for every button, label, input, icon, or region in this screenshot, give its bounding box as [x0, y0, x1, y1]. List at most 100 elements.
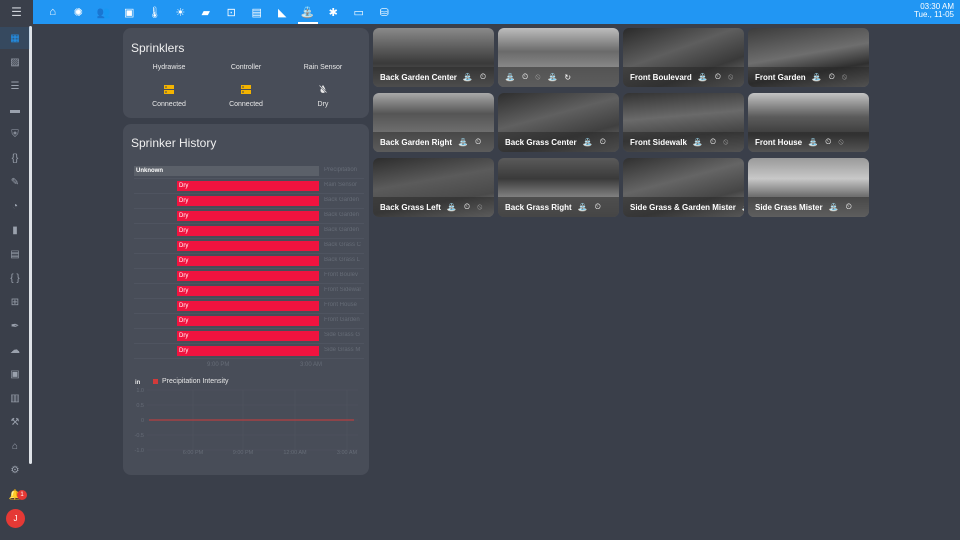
legend-swatch	[153, 379, 158, 384]
sidebar-item-book[interactable]: ▮	[0, 219, 30, 241]
sprinkler-icon[interactable]: ⛲	[698, 73, 708, 82]
camera-tile[interactable]: Back Garden Right ⛲ ⏲	[373, 93, 494, 152]
sidebar-item-home-assistant[interactable]: ⌂	[0, 435, 30, 457]
sidebar-item-hammer[interactable]: ⚒	[0, 411, 30, 433]
timeline-state-bar[interactable]: Dry	[177, 286, 319, 296]
water-off-icon[interactable]: ⦸	[723, 137, 728, 147]
calendar-clock-icon[interactable]: ⏲	[464, 202, 470, 212]
sprinkler-icon[interactable]: ⛲	[463, 73, 473, 82]
calendar-clock-icon[interactable]: ⏲	[715, 72, 721, 82]
timeline-state-bar[interactable]: Dry	[177, 316, 319, 326]
tab-garage-icon[interactable]: ▰	[193, 0, 219, 24]
sprinkler-icon[interactable]: ⛲	[547, 73, 557, 82]
sidebar-item-wrench[interactable]: ✎	[0, 171, 30, 193]
calendar-clock-icon[interactable]: ⏲	[475, 137, 481, 147]
tab-camera-icon[interactable]: ◣	[270, 0, 296, 24]
camera-tile[interactable]: Side Grass Mister ⛲ ⏲	[748, 158, 869, 217]
tab-safe-icon[interactable]: ⊡	[219, 0, 245, 24]
sprinkler-icon[interactable]: ⛲	[693, 138, 703, 147]
timeline-state-bar[interactable]: Dry	[177, 196, 319, 206]
camera-tile[interactable]: Back Garden Center ⛲ ⏲	[373, 28, 494, 87]
calendar-clock-icon[interactable]: ⏲	[710, 137, 716, 147]
timeline-state-bar[interactable]: Dry	[177, 241, 319, 251]
calendar-clock-icon[interactable]: ⏲	[829, 72, 835, 82]
sidebar-item-code[interactable]: { }	[0, 267, 30, 289]
calendar-clock-icon[interactable]: ⏲	[600, 137, 606, 147]
calendar-clock-icon[interactable]: ⏲	[522, 72, 528, 82]
tab-database-icon[interactable]: ⛁	[372, 0, 398, 24]
sidebar-item-gauge[interactable]: ◔	[0, 195, 30, 217]
camera-tile-name: Front Boulevard	[630, 72, 692, 82]
tab-gallery-icon[interactable]: ▤	[244, 0, 270, 24]
camera-tile[interactable]: Back Grass Right ⛲ ⏲	[498, 158, 619, 217]
timeline-state-bar[interactable]: Dry	[177, 301, 319, 311]
calendar-clock-icon[interactable]: ⏲	[846, 202, 852, 212]
timeline-state-bar[interactable]: Dry	[177, 226, 319, 236]
timeline-entity-label: Back Grass C	[324, 242, 362, 248]
sprinkler-icon[interactable]: ⛲	[742, 203, 744, 212]
timeline-state-bar[interactable]: Dry	[177, 271, 319, 281]
sprinkler-icon[interactable]: ⛲	[829, 203, 839, 212]
camera-tile[interactable]: Front Sidewalk ⛲ ⏲ ⦸	[623, 93, 744, 152]
timeline-state-bar[interactable]: Dry	[177, 346, 319, 356]
sprinkler-icon[interactable]: ⛲	[447, 203, 457, 212]
calendar-clock-icon[interactable]: ⏲	[480, 72, 486, 82]
home-icon: ⌂	[49, 6, 57, 18]
cloud-icon: ☁	[10, 344, 20, 356]
sidebar-item-cloud[interactable]: ☁	[0, 339, 30, 361]
sidebar-item-network[interactable]: ⊞	[0, 291, 30, 313]
tab-thermometer-icon[interactable]: 🌡	[142, 0, 168, 24]
precip-legend[interactable]: Precipitation Intensity	[153, 378, 229, 385]
water-off-icon[interactable]: ⦸	[477, 202, 482, 212]
sprinkler-icon[interactable]: ⛲	[458, 138, 468, 147]
tab-calendar-icon[interactable]: ▣	[117, 0, 143, 24]
timeline-state-bar[interactable]: Dry	[177, 211, 319, 221]
camera-tile[interactable]: Side Grass & Garden Mister ⛲	[623, 158, 744, 217]
notification-badge[interactable]: 1	[17, 490, 27, 500]
menu-icon[interactable]: ☰	[0, 0, 33, 24]
timeline-row: Dry Front Garden	[134, 314, 364, 329]
calendar-clock-icon[interactable]: ⏲	[825, 137, 831, 147]
tab-home-icon[interactable]: ⌂	[40, 0, 66, 24]
tab-bug-icon[interactable]: ✱	[321, 0, 347, 24]
rain-sensor-entity[interactable]: Rain Sensor Dry	[278, 64, 368, 108]
water-off-icon[interactable]: ⦸	[535, 72, 540, 82]
camera-tile[interactable]: Front Boulevard ⛲ ⏲ ⦸	[623, 28, 744, 87]
calendar-clock-icon[interactable]: ⏲	[595, 202, 601, 212]
refresh-icon[interactable]: ↻	[564, 73, 571, 82]
tab-lightbulb-icon[interactable]: ✺	[66, 0, 92, 24]
sidebar-item-settings[interactable]: ⚙	[0, 459, 30, 481]
sidebar-item-paint[interactable]: ✒	[0, 315, 30, 337]
sprinkler-icon[interactable]: ⛲	[583, 138, 593, 147]
water-off-icon[interactable]: ⦸	[842, 72, 847, 82]
tab-weather-icon[interactable]: ☀	[168, 0, 194, 24]
sidebar-item-list[interactable]: ☰	[0, 75, 30, 97]
sprinkler-icon[interactable]: ⛲	[812, 73, 822, 82]
camera-tile[interactable]: ⛲ ⏲ ⦸ ⛲ ↻	[498, 28, 619, 87]
water-off-icon[interactable]: ⦸	[838, 137, 843, 147]
user-avatar[interactable]: J	[6, 509, 25, 528]
sprinkler-icon[interactable]: ⛲	[505, 73, 515, 82]
timeline-state-bar[interactable]: Dry	[177, 181, 319, 191]
sprinkler-icon[interactable]: ⛲	[578, 203, 588, 212]
sidebar-item-file[interactable]: ▤	[0, 243, 30, 265]
tab-laptop-icon[interactable]: ▭	[346, 0, 372, 24]
sidebar-item-braces[interactable]: {}	[0, 147, 30, 169]
sidebar-item-shield[interactable]: ⛨	[0, 123, 30, 145]
sprinkler-icon[interactable]: ⛲	[808, 138, 818, 147]
sidebar-item-id-card[interactable]: ▬	[0, 99, 30, 121]
timeline-state-bar[interactable]: Unknown	[134, 166, 319, 176]
sidebar-item-chart[interactable]: ▥	[0, 387, 30, 409]
camera-tile[interactable]: Front Garden ⛲ ⏲ ⦸	[748, 28, 869, 87]
tab-sprinkler-icon[interactable]: ⛲	[295, 0, 321, 24]
water-off-icon[interactable]: ⦸	[728, 72, 733, 82]
sidebar-item-dashboard[interactable]: ▦	[0, 27, 30, 49]
sidebar-item-terminal[interactable]: ▣	[0, 363, 30, 385]
sidebar-item-inbox[interactable]: ▨	[0, 51, 30, 73]
tab-people-icon[interactable]: 👥	[91, 0, 117, 24]
timeline-state-bar[interactable]: Dry	[177, 256, 319, 266]
camera-tile[interactable]: Back Grass Center ⛲ ⏲	[498, 93, 619, 152]
camera-tile[interactable]: Back Grass Left ⛲ ⏲ ⦸	[373, 158, 494, 217]
timeline-state-bar[interactable]: Dry	[177, 331, 319, 341]
camera-tile[interactable]: Front House ⛲ ⏲ ⦸	[748, 93, 869, 152]
